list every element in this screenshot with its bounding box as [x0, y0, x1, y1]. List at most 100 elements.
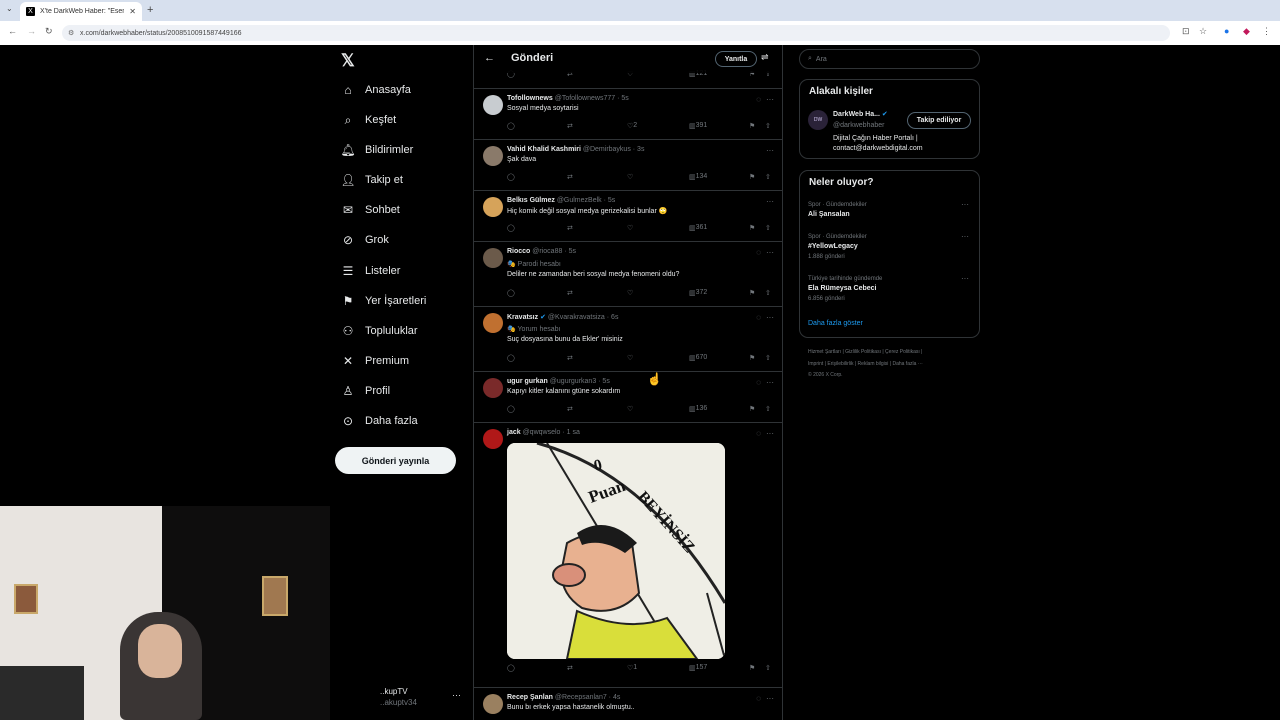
reply-tweet[interactable]: jack @qwqwselo · 1 sa ◌ ··· 0 Puan BEYİN… [474, 423, 782, 688]
avatar[interactable] [483, 313, 503, 333]
share-icon[interactable]: ⇧ [765, 289, 771, 297]
install-icon[interactable]: ⊡ [1182, 26, 1190, 37]
reply-tweet[interactable]: Recep Şanlan @Recepsanlan7 · 4s ◌ ··· Bu… [474, 688, 782, 720]
bookmark-icon[interactable]: ⚑ [749, 354, 755, 362]
grok-explain-icon[interactable]: ◌ [756, 429, 761, 438]
tweet-author[interactable]: jack @qwqwselo · 1 sa [507, 429, 580, 436]
nav-premium[interactable]: ✕ Premium [341, 354, 409, 368]
avatar[interactable] [483, 378, 503, 398]
retweet-icon[interactable]: ⇄ [567, 289, 573, 297]
nav-home[interactable]: ⌂ Anasayfa [341, 83, 411, 97]
reply-tweet[interactable]: ugur gurkan @ugurgurkan3 · 5s ◌ ··· Kapı… [474, 372, 782, 423]
new-tab-icon[interactable]: + [147, 4, 153, 16]
grok-explain-icon[interactable]: ◌ [756, 378, 761, 387]
avatar[interactable] [483, 248, 503, 268]
trend-item[interactable]: Spor · Gündemdekiler Ali Şansalan [808, 200, 867, 220]
more-icon[interactable]: ··· [766, 95, 774, 104]
extension-shield-icon[interactable]: ◆ [1243, 26, 1250, 37]
trend-more-icon[interactable]: ··· [961, 274, 969, 283]
like-icon[interactable]: ♡ [627, 173, 633, 181]
tweet-image[interactable]: 0 Puan BEYİNSİZ [507, 443, 725, 659]
share-icon[interactable]: ⇧ [765, 405, 771, 413]
footer-links[interactable]: Imprint | Erişilebilirlik | Reklam bilgi… [808, 361, 923, 367]
reply-icon[interactable]: ◯ [507, 224, 515, 232]
more-icon[interactable]: ··· [766, 248, 774, 257]
account-switcher[interactable]: ..kupTV ..akuptv34 [380, 686, 417, 708]
like-icon[interactable]: ♡ [627, 354, 633, 362]
bookmark-icon[interactable]: ⚑ [749, 405, 755, 413]
back-arrow-icon[interactable]: ← [484, 52, 495, 64]
views-icon[interactable]: ▥ 157 [689, 664, 707, 672]
bookmark-star-icon[interactable]: ☆ [1199, 26, 1207, 37]
site-info-icon[interactable]: ⚙ [68, 29, 74, 37]
bookmark-icon[interactable]: ⚑ [749, 664, 755, 672]
avatar[interactable] [483, 429, 503, 449]
reply-icon[interactable]: ◯ [507, 173, 515, 181]
tab-search-icon[interactable]: ⌄ [6, 4, 13, 13]
retweet-icon[interactable]: ⇄ [567, 224, 573, 232]
views-icon[interactable]: ▥ 372 [689, 289, 707, 297]
trend-item[interactable]: Spor · Gündemdekiler #YellowLegacy 1.888 g… [808, 232, 867, 262]
more-icon[interactable]: ··· [766, 197, 774, 206]
avatar[interactable] [483, 694, 503, 714]
reply-tweet[interactable]: Tofollownews @Tofollownews777 · 5s ◌ ···… [474, 89, 782, 140]
bookmark-icon[interactable]: ⚑ [749, 122, 755, 130]
extension-icon[interactable]: ● [1224, 26, 1229, 36]
reply-icon[interactable]: ◯ [507, 405, 515, 413]
like-icon[interactable]: ♡ [627, 224, 633, 232]
share-icon[interactable]: ⇧ [765, 354, 771, 362]
like-icon[interactable]: ♡ [627, 405, 633, 413]
retweet-icon[interactable]: ⇄ [567, 122, 573, 130]
bookmark-icon[interactable]: ⚑ [749, 173, 755, 181]
nav-grok[interactable]: ⊘ Grok [341, 233, 389, 247]
avatar[interactable] [483, 146, 503, 166]
tweet-author[interactable]: Riocco @rioca88 · 5s [507, 248, 576, 255]
reply-icon[interactable]: ◯ [507, 664, 515, 672]
x-logo-icon[interactable]: 𝕏 [341, 51, 355, 71]
tweet-author[interactable]: Recep Şanlan @Recepsanlan7 · 4s [507, 694, 620, 701]
more-icon[interactable]: ··· [766, 378, 774, 387]
share-icon[interactable]: ⇧ [765, 664, 771, 672]
trend-more-icon[interactable]: ··· [961, 232, 969, 241]
nav-follow[interactable]: 👤︎ Takip et [340, 173, 403, 187]
nav-chat[interactable]: ✉ Sohbet [341, 203, 400, 217]
browser-tab[interactable]: X X'te DarkWeb Haber: "Esenyurt ✕ [20, 2, 142, 21]
retweet-icon[interactable]: ⇄ [567, 405, 573, 413]
avatar[interactable] [483, 95, 503, 115]
account-more-icon[interactable]: ··· [452, 690, 461, 700]
person-avatar[interactable]: DW [808, 110, 828, 130]
more-icon[interactable]: ··· [766, 313, 774, 322]
more-icon[interactable]: ··· [766, 146, 774, 155]
close-tab-icon[interactable]: ✕ [129, 7, 136, 16]
nav-profile[interactable]: ♙ Profil [341, 384, 390, 398]
share-icon[interactable]: ⇧ [765, 224, 771, 232]
trend-item[interactable]: Türkiye tarihinde gündemde Ela Rümeysa Ce… [808, 274, 882, 304]
footer-links[interactable]: Hizmet Şartları | Gizlilik Politikası | … [808, 349, 922, 355]
retweet-icon[interactable]: ⇄ [567, 354, 573, 362]
post-button[interactable]: Gönderi yayınla [335, 447, 456, 474]
tweet-author[interactable]: Vahid Khalid Kashmiri @Demirbaykus · 3s [507, 146, 644, 153]
views-icon[interactable]: ▥ 391 [689, 122, 707, 130]
forward-icon[interactable]: → [27, 26, 36, 36]
retweet-icon[interactable]: ⇄ [567, 173, 573, 181]
reply-tweet[interactable]: Vahid Khalid Kashmiri @Demirbaykus · 3s … [474, 140, 782, 191]
share-icon[interactable]: ⇧ [765, 122, 771, 130]
views-icon[interactable]: ▥ 361 [689, 224, 707, 232]
more-icon[interactable]: ··· [766, 694, 774, 703]
grok-explain-icon[interactable]: ◌ [756, 694, 761, 703]
show-more-link[interactable]: Daha fazla göster [808, 320, 863, 327]
trend-more-icon[interactable]: ··· [961, 200, 969, 209]
avatar[interactable] [483, 197, 503, 217]
more-icon[interactable]: ··· [766, 429, 774, 438]
grok-explain-icon[interactable]: ◌ [756, 248, 761, 257]
person-name-row[interactable]: DarkWeb Ha... ✔ [833, 110, 888, 118]
reply-tweet[interactable]: Kravatsız ✔ @Kvarakravatsiza · 6s ◌ ··· … [474, 307, 782, 372]
views-icon[interactable]: ▥ 136 [689, 405, 707, 413]
reply-button[interactable]: Yanıtla [715, 51, 757, 67]
tweet-author[interactable]: Kravatsız ✔ @Kvarakravatsiza · 6s [507, 313, 618, 321]
bookmark-icon[interactable]: ⚑ [749, 224, 755, 232]
back-icon[interactable]: ← [8, 26, 17, 36]
filter-icon[interactable]: ⇌ [761, 52, 769, 63]
search-input[interactable]: ⌕ Ara [799, 49, 980, 69]
like-icon[interactable]: ♡ 1 [627, 664, 637, 672]
